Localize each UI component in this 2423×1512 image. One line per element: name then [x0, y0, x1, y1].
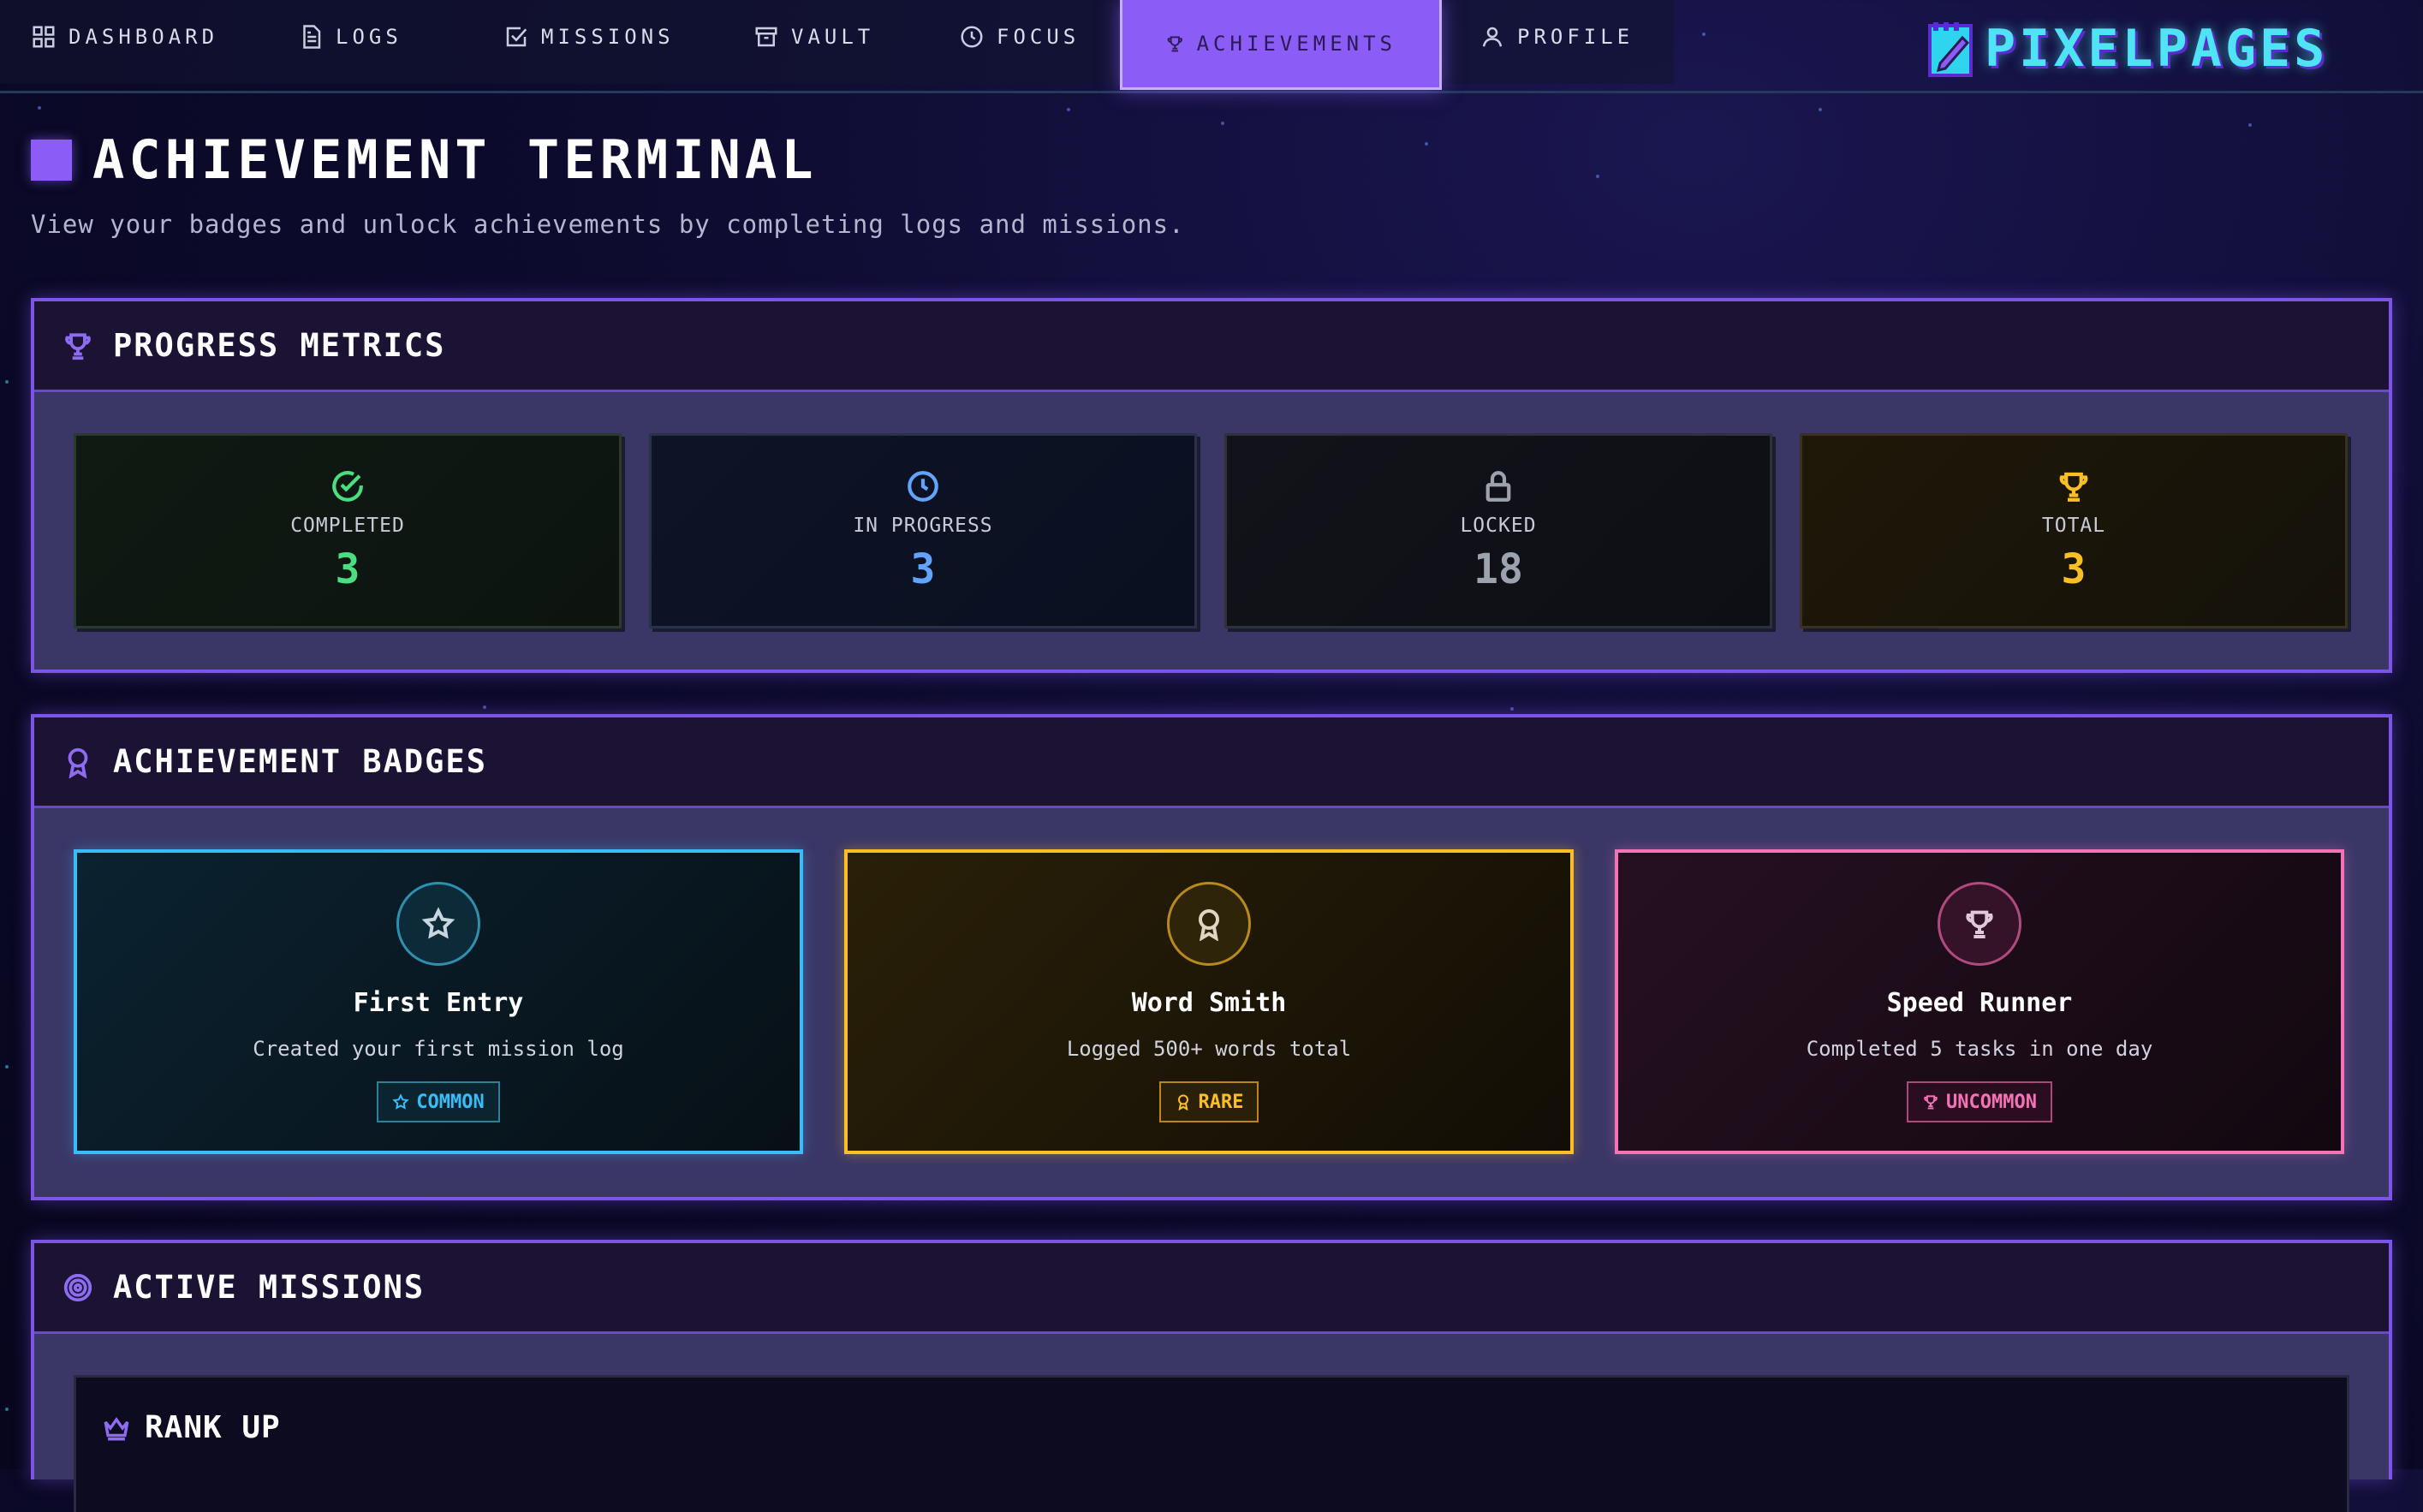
grid-icon — [33, 26, 55, 48]
badge-card-speed-runner[interactable]: Speed Runner Completed 5 tasks in one da… — [1615, 849, 2344, 1154]
metric-total: TOTAL 3 — [1800, 433, 2348, 628]
tab-label: VAULT — [791, 25, 875, 49]
mission-card-rank-up[interactable]: RANK UP — [74, 1375, 2349, 1512]
star-icon — [392, 1093, 409, 1110]
award-icon — [1199, 909, 1219, 941]
tab-label: DASHBOARD — [68, 25, 219, 49]
badge-description: Logged 500+ words total — [1066, 1037, 1352, 1061]
star-decoration — [1221, 122, 1224, 125]
page-subtitle: View your badges and unlock achievements… — [31, 210, 1185, 239]
logo-text: PIXELPAGES — [1985, 19, 2329, 79]
tab-dashboard[interactable]: DASHBOARD — [31, 0, 218, 74]
archive-icon — [755, 27, 777, 47]
star-decoration — [5, 380, 9, 384]
badge-icon-circle — [1167, 882, 1251, 966]
tab-label: MISSIONS — [541, 25, 675, 49]
badge-description: Created your first mission log — [253, 1037, 624, 1061]
metric-label: LOCKED — [1460, 515, 1537, 537]
page-header: ACHIEVEMENT TERMINAL View your badges an… — [31, 128, 1185, 239]
award-icon — [68, 747, 88, 778]
title-square-icon — [31, 139, 72, 181]
tab-achievements[interactable]: ACHIEVEMENTS — [1120, 0, 1442, 90]
tab-label: LOGS — [336, 25, 402, 49]
target-icon — [63, 1273, 92, 1301]
tab-profile[interactable]: PROFILE — [1479, 0, 1634, 74]
trophy-icon — [65, 332, 91, 360]
star-decoration — [38, 106, 41, 110]
crown-icon — [104, 1417, 129, 1441]
clock-icon — [908, 471, 938, 502]
page-title: ACHIEVEMENT TERMINAL — [92, 128, 818, 191]
metric-value: 3 — [335, 545, 360, 593]
badge-title: First Entry — [353, 988, 524, 1018]
panel-title: ACHIEVEMENT BADGES — [113, 743, 487, 780]
trophy-icon — [1924, 1095, 1938, 1110]
clock-icon — [961, 26, 983, 48]
rarity-label: RARE — [1198, 1091, 1244, 1113]
badge-description: Completed 5 tasks in one day — [1806, 1037, 2153, 1061]
app-logo[interactable]: PIXELPAGES — [1925, 19, 2328, 79]
star-icon — [421, 907, 455, 939]
trophy-icon — [2059, 472, 2088, 502]
metric-completed: COMPLETED 3 — [74, 433, 622, 628]
rarity-badge: COMMON — [377, 1081, 500, 1122]
panel-header: ACTIVE MISSIONS — [34, 1243, 2389, 1334]
user-icon — [1482, 27, 1503, 47]
rarity-badge: UNCOMMON — [1907, 1081, 2052, 1122]
rarity-label: COMMON — [416, 1091, 485, 1113]
trophy-icon — [1167, 36, 1182, 52]
tab-label: PROFILE — [1517, 25, 1634, 49]
document-icon — [303, 25, 321, 49]
checkbox-icon — [506, 27, 527, 47]
badge-card-first-entry[interactable]: First Entry Created your first mission l… — [74, 849, 803, 1154]
active-missions-panel: ACTIVE MISSIONS RANK UP — [31, 1240, 2392, 1512]
tab-vault[interactable]: VAULT — [753, 0, 874, 74]
achievement-badges-panel: ACHIEVEMENT BADGES First Entry Created y… — [31, 714, 2392, 1200]
star-decoration — [483, 705, 486, 709]
metric-in-progress: IN PROGRESS 3 — [649, 433, 1197, 628]
tab-label: ACHIEVEMENTS — [1196, 32, 1396, 56]
top-navigation: DASHBOARD LOGS MISSIONS VAULT FOCUS ACHI… — [0, 0, 2423, 93]
metric-label: COMPLETED — [290, 515, 405, 537]
star-decoration — [1067, 108, 1070, 111]
lock-icon — [1485, 471, 1511, 502]
rarity-badge: RARE — [1158, 1081, 1259, 1122]
star-decoration — [5, 1065, 9, 1069]
panel-header: PROGRESS METRICS — [34, 301, 2389, 392]
badge-icon-circle — [396, 882, 480, 966]
tab-missions[interactable]: MISSIONS — [503, 0, 675, 74]
tab-label: FOCUS — [997, 25, 1081, 49]
trophy-icon — [1966, 910, 1993, 938]
metric-value: 3 — [910, 545, 936, 593]
metric-value: 3 — [2061, 545, 2087, 593]
badge-title: Word Smith — [1131, 988, 1287, 1018]
tab-focus[interactable]: FOCUS — [959, 0, 1080, 74]
star-decoration — [5, 1408, 9, 1411]
notebook-pencil-icon — [1928, 22, 1973, 77]
star-decoration — [1819, 108, 1822, 111]
metric-locked: LOCKED 18 — [1224, 433, 1772, 628]
progress-metrics-panel: PROGRESS METRICS COMPLETED 3 IN PROGRESS… — [31, 298, 2392, 673]
panel-header: ACHIEVEMENT BADGES — [34, 717, 2389, 808]
panel-title: PROGRESS METRICS — [113, 327, 446, 364]
badge-title: Speed Runner — [1886, 988, 2073, 1018]
badge-icon-circle — [1938, 882, 2021, 966]
rarity-label: UNCOMMON — [1946, 1091, 2037, 1113]
star-decoration — [1510, 707, 1514, 711]
metric-value: 18 — [1473, 545, 1523, 593]
check-circle-icon — [332, 471, 363, 502]
star-decoration — [2248, 123, 2252, 127]
tab-logs[interactable]: LOGS — [298, 0, 402, 74]
star-decoration — [1596, 175, 1599, 178]
metric-label: IN PROGRESS — [853, 515, 993, 537]
panel-title: ACTIVE MISSIONS — [113, 1269, 426, 1306]
award-icon — [1177, 1094, 1188, 1110]
badge-card-word-smith[interactable]: Word Smith Logged 500+ words total RARE — [844, 849, 1574, 1154]
metric-label: TOTAL — [2041, 515, 2106, 537]
mission-title: RANK UP — [145, 1410, 281, 1445]
star-decoration — [1425, 142, 1428, 146]
